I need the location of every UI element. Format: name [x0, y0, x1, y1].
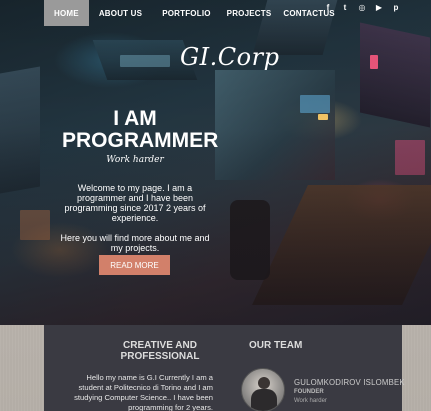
youtube-icon[interactable]: ▶ [374, 3, 384, 13]
nav-item-portfolio[interactable]: PORTFOLIO [152, 0, 220, 26]
social-links: f t ◎ ▶ p [323, 3, 401, 13]
nav-item-projects[interactable]: PROJECTS [221, 0, 278, 26]
avatar-body-shape [251, 389, 277, 411]
headline-line-2: PROGRAMMER [62, 129, 219, 152]
hero-tagline: Work harder [106, 155, 164, 165]
team-section-title: OUR TEAM [249, 340, 303, 351]
intro-paragraph-2: Here you will find more about me and my … [60, 233, 210, 253]
read-more-button[interactable]: READ MORE [99, 255, 170, 275]
intro-paragraph-1: Welcome to my page. I am a programmer an… [64, 183, 206, 223]
instagram-icon[interactable]: ◎ [357, 3, 367, 13]
facebook-icon[interactable]: f [323, 3, 333, 13]
avatar-head-shape [258, 377, 270, 389]
nav-item-home[interactable]: HOME [44, 0, 89, 26]
headline-line-1: I AM [113, 107, 157, 130]
main-nav: HOME ABOUT US PORTFOLIO PROJECTS CONTACT… [44, 0, 341, 26]
team-member-motto: Work harder [294, 398, 327, 404]
about-section-title: CREATIVE AND PROFESSIONAL [120, 340, 200, 362]
team-member-name: GULOMKODIROV ISLOMBEK [294, 378, 405, 387]
about-section-text: Hello my name is G.I Currently I am a st… [74, 373, 213, 411]
twitter-icon[interactable]: t [340, 3, 350, 13]
pinterest-icon[interactable]: p [391, 3, 401, 13]
hero-headline: I AM PROGRAMMER [62, 107, 219, 152]
avatar[interactable] [241, 368, 285, 411]
nav-item-about-us[interactable]: ABOUT US [89, 0, 152, 26]
hero-intro: Welcome to my page. I am a programmer an… [60, 183, 210, 253]
team-member-role: FOUNDER [294, 389, 324, 395]
site-logo[interactable]: GI.Corp [180, 43, 279, 71]
